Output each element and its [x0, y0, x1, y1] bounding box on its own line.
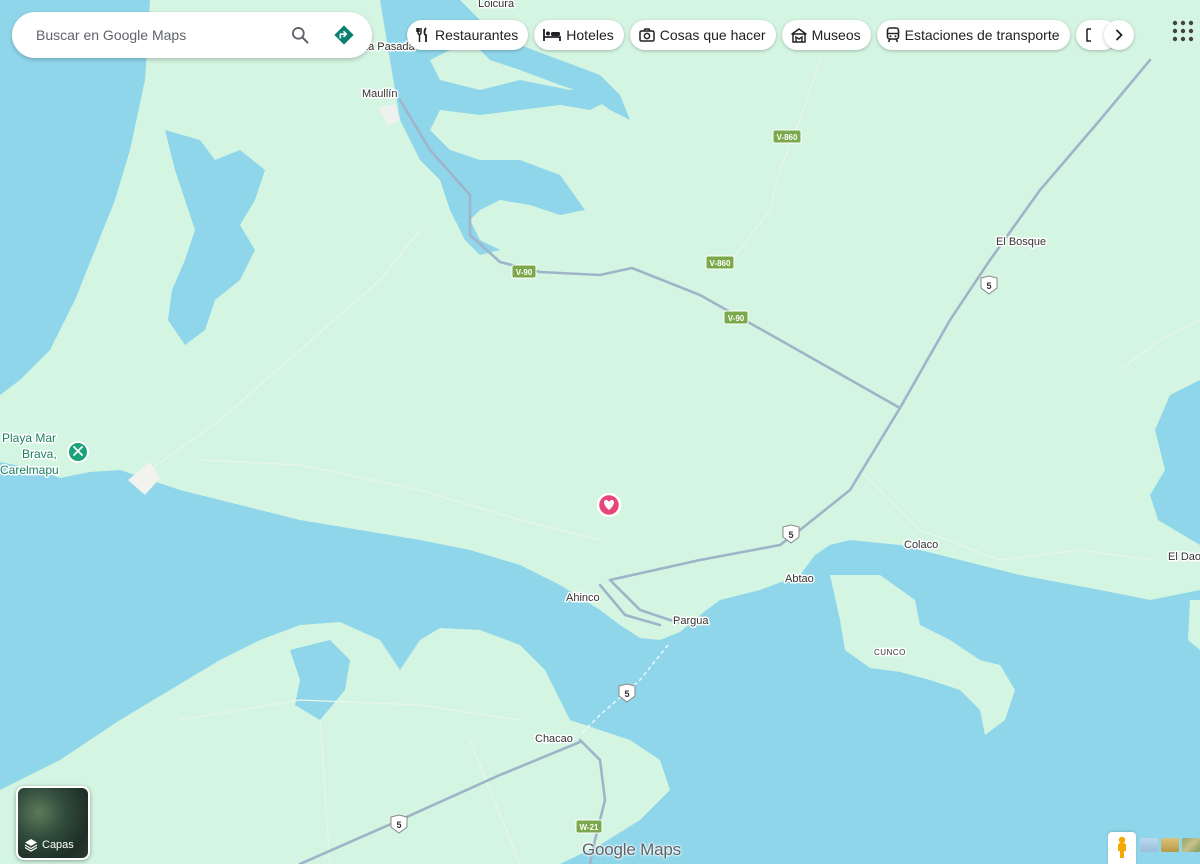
layers-button[interactable]: Capas [16, 786, 90, 860]
route-shield-v90-west: V-90 [511, 264, 537, 279]
layers-icon [24, 839, 38, 852]
search-box [12, 12, 372, 58]
place-maullin: Maullín [362, 88, 397, 100]
pegman-icon [1118, 836, 1126, 858]
chip-hotels[interactable]: Hoteles [534, 20, 624, 50]
museum-icon [790, 27, 807, 43]
place-abtao: Abtao [785, 573, 814, 585]
chip-label: Hoteles [566, 27, 614, 43]
chip-label: Museos [811, 27, 861, 43]
place-cunco: CUNCO [874, 648, 906, 657]
directions-icon [334, 25, 354, 45]
route-shield-v860-south: V-860 [705, 255, 735, 270]
chip-things-to-do[interactable]: Cosas que hacer [629, 20, 776, 50]
place-chacao: Chacao [535, 733, 573, 745]
chip-label: Estaciones de transporte [904, 27, 1060, 43]
poi-label-line1: Playa Mar [2, 431, 56, 445]
svg-text:5: 5 [396, 820, 401, 830]
chip-museums[interactable]: Museos [781, 20, 871, 50]
poi-label-line2: Brava, [22, 447, 57, 461]
search-button[interactable] [286, 21, 314, 49]
chip-label: Restaurantes [435, 27, 519, 43]
map-type-tile-terrain[interactable] [1161, 838, 1179, 852]
svg-text:V-860: V-860 [710, 259, 731, 268]
chip-restaurants[interactable]: Restaurantes [407, 20, 529, 50]
place-ahinco: Ahinco [566, 592, 600, 604]
svg-text:V-90: V-90 [516, 268, 533, 277]
layers-label: Capas [42, 839, 74, 851]
hotel-icon [543, 29, 562, 41]
route-shield-v90-east: V-90 [723, 310, 749, 325]
layers-button-content: Capas [24, 838, 74, 852]
poi-beach-marker[interactable] [67, 441, 89, 463]
chip-transit-stations[interactable]: Estaciones de transporte [876, 20, 1070, 50]
place-loicura: Loicura [478, 0, 515, 10]
svg-text:5: 5 [788, 530, 793, 540]
route-shield-v860-north: V-860 [772, 129, 802, 144]
partial-chip-icon [1085, 28, 1091, 42]
category-chips: Restaurantes Hoteles Cosas que hacer Mus… [407, 20, 1118, 50]
place-pargua: Pargua [673, 615, 709, 627]
map-type-tile-photo[interactable] [1182, 838, 1200, 852]
svg-text:5: 5 [986, 281, 991, 291]
restaurant-icon [416, 27, 427, 42]
search-input[interactable] [34, 26, 286, 44]
route-shield-w21: W-21 [575, 819, 603, 834]
svg-text:V-90: V-90 [728, 314, 745, 323]
map-canvas[interactable]: Loicura La Pasada Maullín El Bosque Play… [0, 0, 1200, 864]
place-el-bosque: El Bosque [996, 236, 1046, 248]
saved-heart-pin[interactable] [596, 492, 622, 518]
directions-button[interactable] [330, 21, 358, 49]
svg-text:V-860: V-860 [777, 133, 798, 142]
search-icon [292, 27, 309, 44]
poi-label-line3: Carelmapu [0, 463, 59, 477]
google-maps-logo: Google Maps [582, 840, 681, 859]
place-colaco: Colaco [904, 539, 938, 551]
place-el-dao: El Dao [1168, 551, 1200, 563]
street-view-pegman[interactable] [1108, 832, 1136, 864]
chips-next-button[interactable] [1104, 20, 1134, 50]
transit-icon [886, 27, 899, 43]
svg-text:5: 5 [624, 689, 629, 699]
chevron-right-icon [1116, 29, 1123, 41]
map-type-tile-satellite[interactable] [1140, 838, 1158, 852]
chip-label: Cosas que hacer [659, 27, 766, 43]
map-type-thumbnails [1140, 838, 1200, 852]
svg-text:W-21: W-21 [580, 823, 600, 832]
camera-icon [639, 28, 655, 42]
apps-grid-icon[interactable] [1170, 18, 1196, 44]
